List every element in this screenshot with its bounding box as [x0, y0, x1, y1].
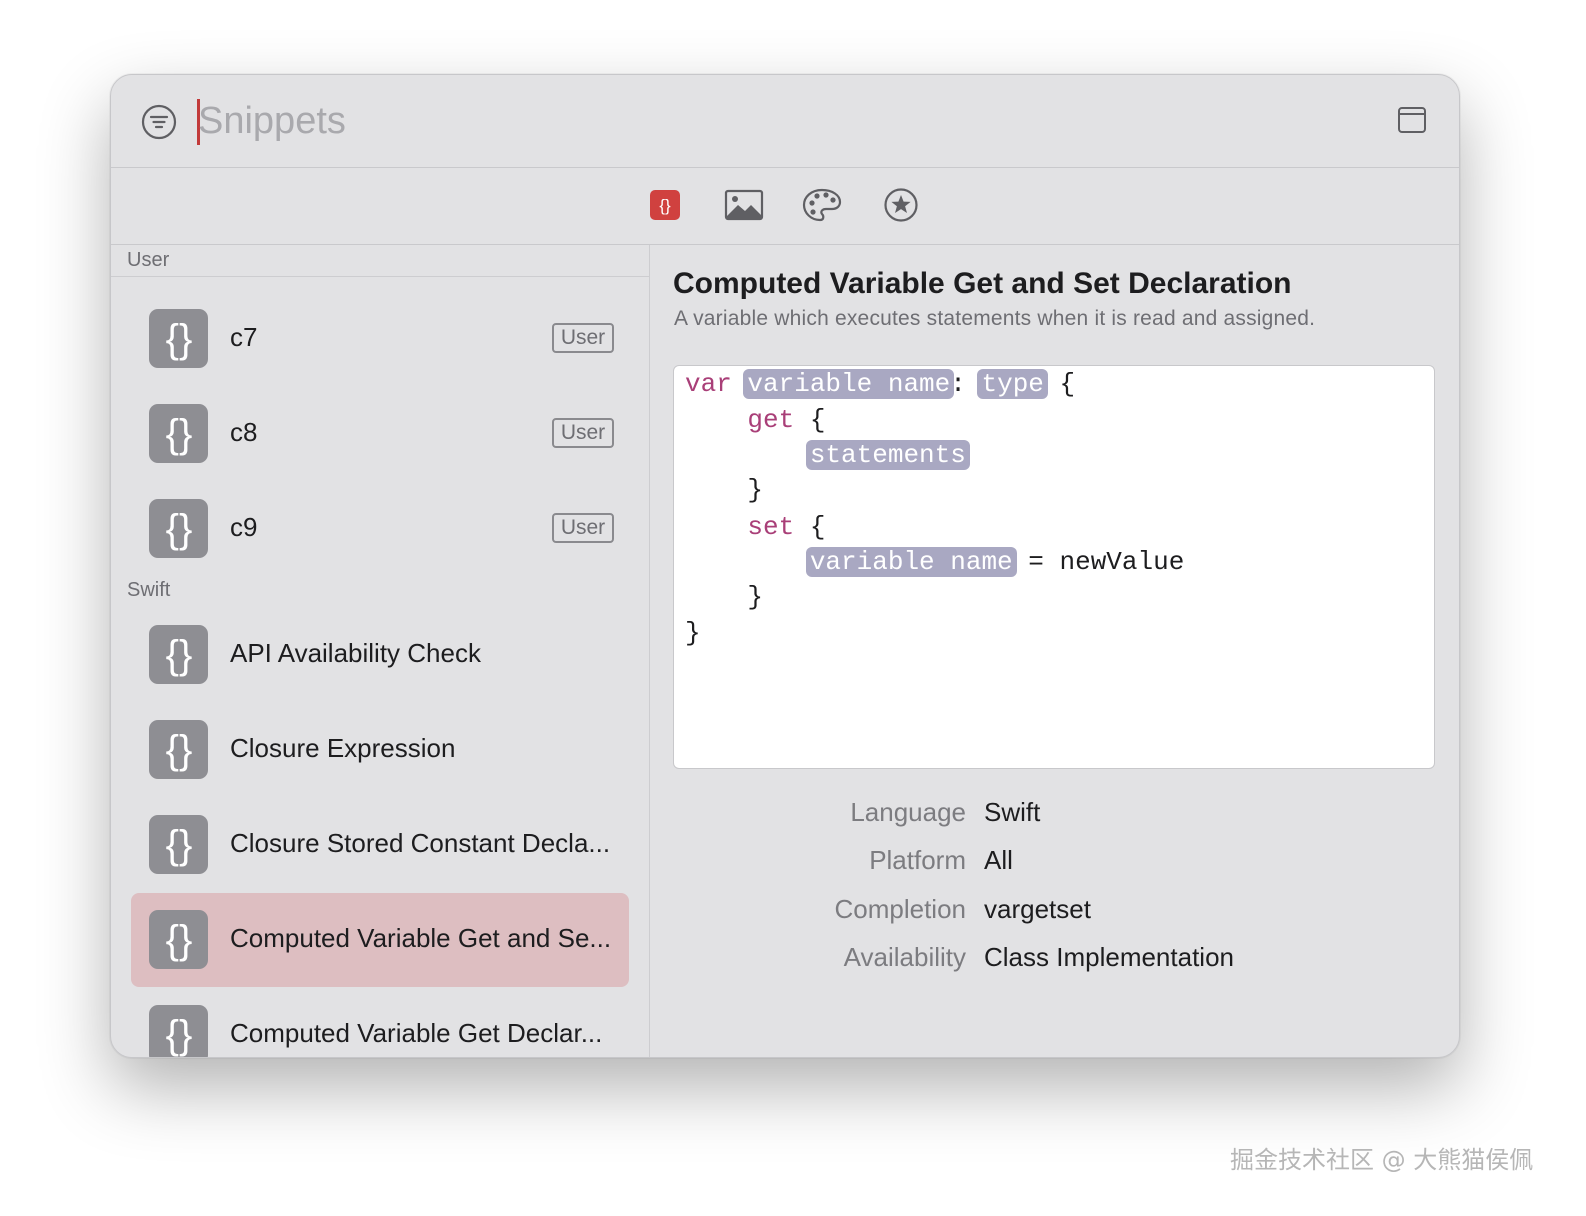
code-line: } — [685, 473, 763, 507]
code-placeholder[interactable]: type — [977, 369, 1048, 399]
svg-text:{}: {} — [165, 412, 192, 456]
curly-braces-icon: {} — [149, 910, 208, 969]
list-item-label: Closure Expression — [230, 733, 456, 763]
curly-braces-icon: {} — [149, 309, 208, 368]
photo-icon — [724, 189, 764, 221]
svg-text:{}: {} — [165, 633, 192, 677]
list-item[interactable]: {} Computed Variable Get Declar... — [131, 988, 629, 1057]
svg-text:{}: {} — [165, 918, 192, 962]
list-item[interactable]: {} c9 User — [131, 482, 629, 576]
curly-braces-icon: {} — [149, 404, 208, 463]
code-text: { — [809, 405, 826, 435]
meta-language-key: Language — [850, 797, 966, 827]
list-item[interactable]: {} Closure Stored Constant Decla... — [131, 798, 629, 892]
snippet-title: Computed Variable Get and Set Declaratio… — [673, 267, 1292, 300]
snippet-detail: Computed Variable Get and Set Declaratio… — [650, 245, 1459, 1057]
watermark: 掘金技术社区 @ 大熊猫侯佩 — [1230, 1146, 1534, 1174]
list-item[interactable]: {} c8 User — [131, 387, 629, 481]
code-text: : — [950, 369, 966, 399]
code-snippet-icon: {} — [650, 190, 680, 220]
code-line: var variable name: type { — [685, 367, 1075, 401]
code-keyword: get — [747, 405, 795, 435]
tab-symbols[interactable] — [880, 185, 922, 225]
code-placeholder[interactable]: variable name — [743, 369, 955, 399]
code-placeholder[interactable]: statements — [805, 440, 970, 470]
code-line: set { — [685, 510, 825, 544]
list-item[interactable]: {} API Availability Check — [131, 608, 629, 702]
code-preview[interactable]: var variable name: type { get { statemen… — [673, 365, 1435, 769]
code-text: } — [747, 582, 764, 612]
list-item-label: Computed Variable Get Declar... — [230, 1018, 603, 1048]
code-text: = newValue — [1028, 547, 1185, 577]
list-item-label: Computed Variable Get and Se... — [230, 923, 612, 953]
filter-icon[interactable] — [141, 104, 177, 140]
tab-media[interactable] — [723, 185, 765, 225]
snippet-list: User {} c7 User {} c8 User {} c9 User Sw… — [111, 245, 650, 1057]
curly-braces-icon: {} — [149, 499, 208, 558]
meta-language-value: Swift — [984, 797, 1041, 827]
meta-platform-key: Platform — [869, 845, 966, 875]
code-line: statements — [685, 438, 970, 472]
window-layout-icon[interactable] — [1397, 105, 1427, 135]
curly-braces-icon: {} — [149, 815, 208, 874]
svg-text:{}: {} — [165, 317, 192, 361]
list-item-label: Closure Stored Constant Decla... — [230, 828, 611, 858]
snippets-library-window: {} — [110, 74, 1460, 1058]
section-header-user: User — [127, 249, 170, 271]
star-circle-icon — [884, 188, 918, 222]
code-line: } — [685, 616, 701, 650]
meta-completion-value: vargetset — [984, 894, 1091, 924]
list-item[interactable]: {} c7 User — [131, 292, 629, 386]
meta-completion-key: Completion — [834, 894, 966, 924]
svg-text:{}: {} — [165, 1013, 192, 1057]
snippet-summary: A variable which executes statements whe… — [674, 307, 1316, 330]
code-keyword: set — [747, 512, 795, 542]
user-badge: User — [552, 418, 614, 448]
meta-availability-value: Class Implementation — [984, 942, 1234, 972]
svg-text:{}: {} — [165, 507, 192, 551]
list-item-selected[interactable]: {} Computed Variable Get and Se... — [131, 893, 629, 987]
tab-colors[interactable] — [801, 185, 843, 225]
curly-braces-icon: {} — [149, 1005, 208, 1057]
code-text: } — [685, 618, 701, 648]
user-badge: User — [552, 323, 614, 353]
search-bar — [111, 75, 1459, 168]
code-text: } — [747, 475, 764, 505]
curly-braces-icon: {} — [149, 720, 208, 779]
code-line: } — [685, 580, 763, 614]
tab-code-snippets[interactable]: {} — [644, 185, 686, 225]
palette-icon — [802, 188, 842, 222]
curly-braces-icon: {} — [149, 625, 208, 684]
svg-text:{}: {} — [165, 823, 192, 867]
code-placeholder[interactable]: variable name — [805, 547, 1017, 577]
meta-availability-key: Availability — [843, 942, 966, 972]
list-item[interactable]: {} Closure Expression — [131, 703, 629, 797]
list-item-label: API Availability Check — [230, 638, 481, 668]
code-text: { — [1059, 369, 1076, 399]
meta-platform-value: All — [984, 845, 1013, 875]
user-badge: User — [552, 513, 614, 543]
code-text: { — [809, 512, 826, 542]
svg-text:{}: {} — [165, 728, 192, 772]
search-input[interactable] — [198, 93, 1298, 149]
svg-text:{}: {} — [659, 196, 671, 215]
code-line: variable name = newValue — [685, 545, 1184, 579]
section-divider — [111, 276, 649, 277]
section-header-swift: Swift — [127, 579, 171, 601]
code-keyword: var — [685, 369, 732, 399]
library-tabs: {} — [111, 168, 1459, 245]
code-line: get { — [685, 403, 825, 437]
